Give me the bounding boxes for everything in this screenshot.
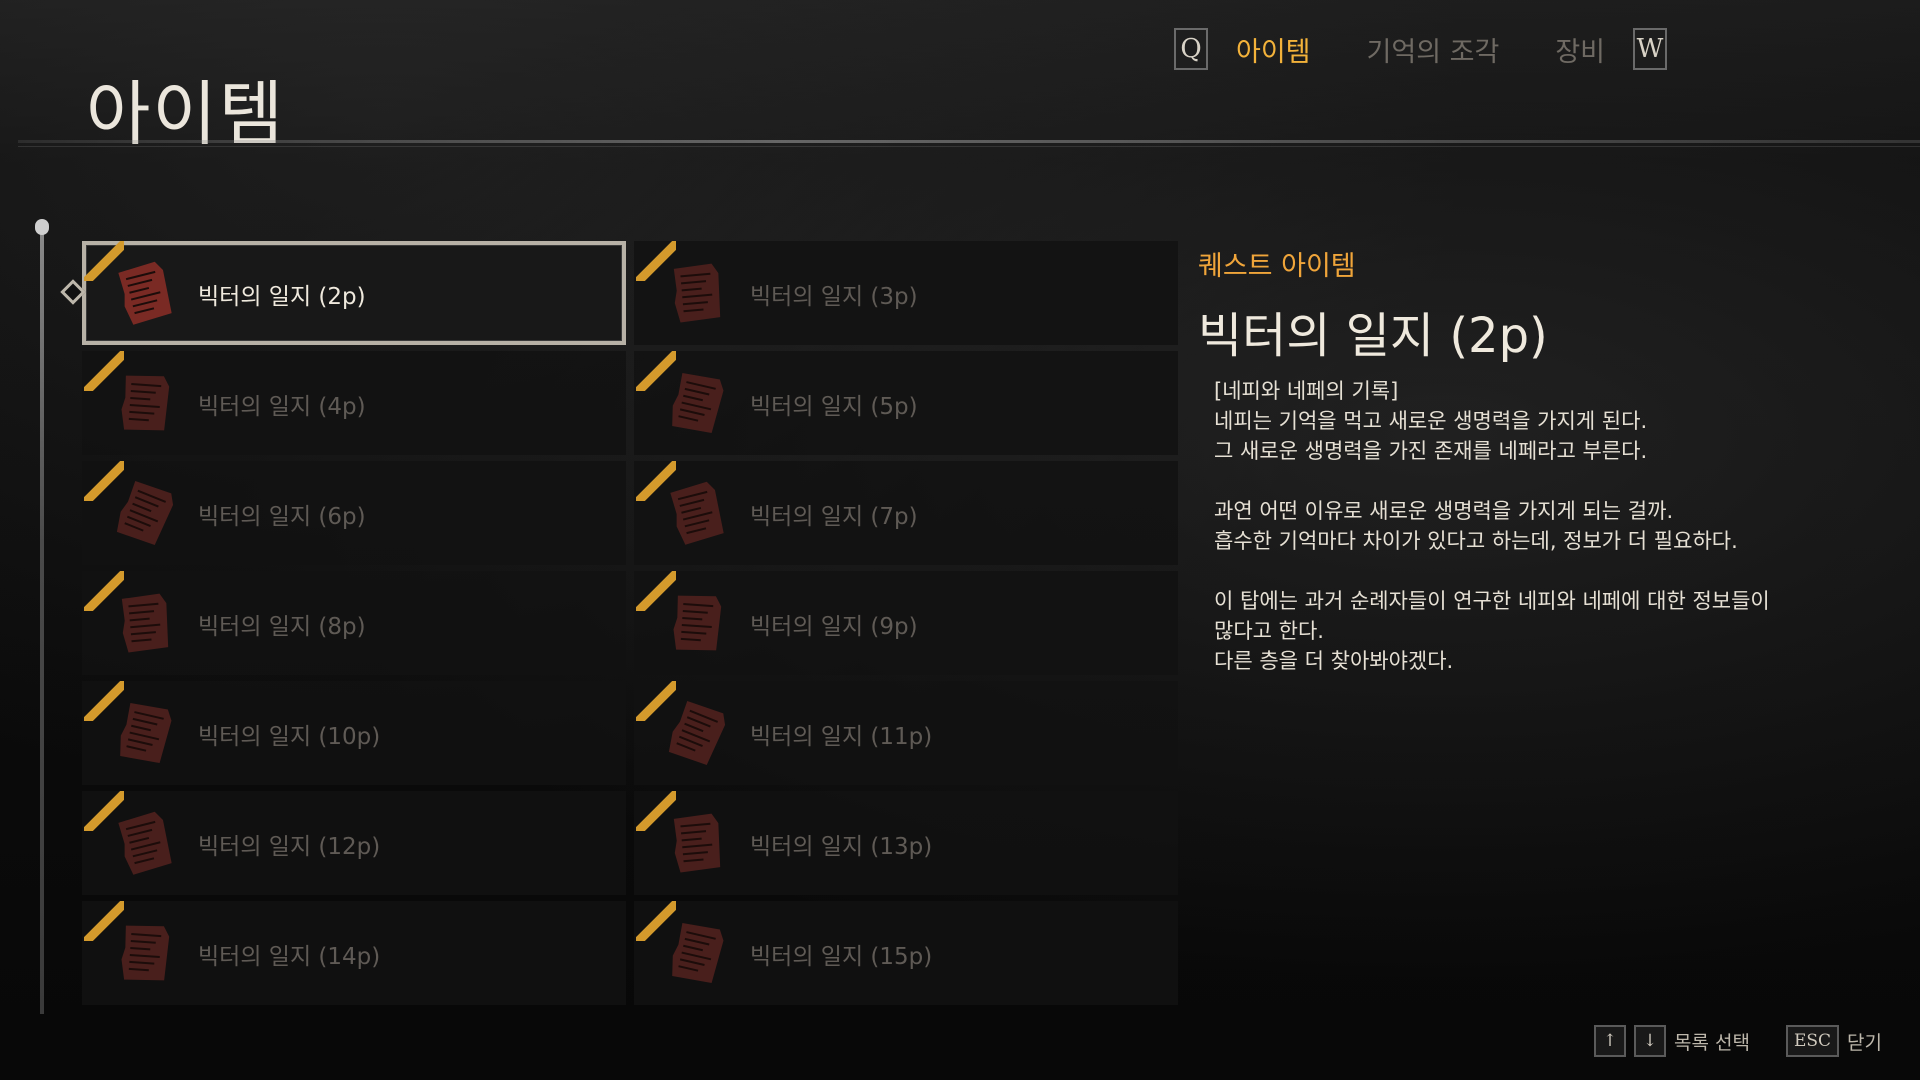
journal-page-icon bbox=[116, 481, 174, 545]
tab-memory-fragments[interactable]: 기억의 조각 bbox=[1339, 30, 1528, 69]
item-label: 빅터의 일지 (7p) bbox=[750, 504, 918, 530]
down-arrow-key[interactable]: ↓ bbox=[1633, 1025, 1666, 1057]
item-slot[interactable]: 빅터의 일지 (8p) bbox=[82, 571, 626, 675]
journal-page-icon bbox=[673, 813, 721, 873]
description-line: 과연 어떤 이유로 새로운 생명력을 가지게 되는 걸까. bbox=[1214, 499, 1674, 523]
item-slot[interactable]: 빅터의 일지 (11p) bbox=[634, 681, 1178, 785]
journal-page-icon bbox=[670, 481, 724, 545]
item-category: 퀘스트 아이템 bbox=[1198, 251, 1356, 282]
journal-page-icon bbox=[121, 593, 169, 653]
item-slot[interactable]: 빅터의 일지 (12p) bbox=[82, 791, 626, 895]
item-slot[interactable]: 빅터의 일지 (3p) bbox=[634, 241, 1178, 345]
item-label: 빅터의 일지 (15p) bbox=[750, 944, 933, 970]
header-divider-thin bbox=[18, 146, 1920, 147]
item-slot[interactable]: 빅터의 일지 (2p) bbox=[82, 241, 626, 345]
journal-page-icon bbox=[672, 922, 724, 984]
item-slot[interactable]: 빅터의 일지 (10p) bbox=[82, 681, 626, 785]
item-label: 빅터의 일지 (13p) bbox=[750, 834, 933, 860]
description-line: 흡수한 기억마다 차이가 있다고 하는데, 정보가 더 필요하다. bbox=[1214, 529, 1738, 553]
item-slot[interactable]: 빅터의 일지 (15p) bbox=[634, 901, 1178, 1005]
journal-page-icon bbox=[121, 375, 170, 431]
journal-page-icon bbox=[120, 702, 172, 764]
journal-page-icon bbox=[118, 811, 172, 875]
close-label: 닫기 bbox=[1847, 1031, 1882, 1054]
description-line: 이 탑에는 과거 순례자들이 연구한 네피와 네페에 대한 정보들이 bbox=[1214, 589, 1770, 613]
item-label: 빅터의 일지 (5p) bbox=[750, 394, 918, 420]
tab-items[interactable]: 아이템 bbox=[1208, 30, 1339, 69]
journal-page-icon bbox=[673, 595, 722, 651]
item-label: 빅터의 일지 (4p) bbox=[198, 394, 366, 420]
scrollbar-track[interactable] bbox=[40, 228, 44, 1014]
description-line: 네피는 기억을 먹고 새로운 생명력을 가지게 된다. bbox=[1214, 409, 1648, 433]
item-slot[interactable]: 빅터의 일지 (6p) bbox=[82, 461, 626, 565]
next-tab-key[interactable]: W bbox=[1633, 28, 1668, 70]
journal-page-icon bbox=[118, 261, 172, 325]
journal-page-icon bbox=[673, 263, 721, 323]
item-label: 빅터의 일지 (11p) bbox=[750, 724, 933, 750]
description-line: 그 새로운 생명력을 가진 존재를 네페라고 부른다. bbox=[1214, 439, 1648, 463]
item-label: 빅터의 일지 (10p) bbox=[198, 724, 381, 750]
description-line: 많다고 한다. bbox=[1214, 619, 1324, 643]
esc-key[interactable]: ESC bbox=[1785, 1025, 1840, 1057]
item-description: [네피와 네페의 기록] 네피는 기억을 먹고 새로운 생명력을 가지게 된다. 그… bbox=[1214, 376, 1894, 676]
item-slot[interactable]: 빅터의 일지 (9p) bbox=[634, 571, 1178, 675]
prev-tab-key[interactable]: Q bbox=[1174, 28, 1208, 70]
item-label: 빅터의 일지 (3p) bbox=[750, 284, 918, 310]
journal-page-icon bbox=[121, 925, 170, 981]
item-grid: 빅터의 일지 (2p) 빅터의 일지 (3p) 빅터의 일지 (4p) 빅터의 일지 … bbox=[82, 241, 1178, 1005]
journal-page-icon bbox=[672, 372, 724, 434]
item-slot[interactable]: 빅터의 일지 (7p) bbox=[634, 461, 1178, 565]
item-slot[interactable]: 빅터의 일지 (14p) bbox=[82, 901, 626, 1005]
up-arrow-key[interactable]: ↑ bbox=[1593, 1025, 1626, 1057]
item-label: 빅터의 일지 (9p) bbox=[750, 614, 918, 640]
journal-page-icon bbox=[668, 701, 726, 765]
header-divider bbox=[18, 140, 1920, 143]
item-label: 빅터의 일지 (2p) bbox=[198, 284, 366, 310]
description-line: [네피와 네페의 기록] bbox=[1214, 379, 1399, 403]
item-slot[interactable]: 빅터의 일지 (4p) bbox=[82, 351, 626, 455]
item-slot[interactable]: 빅터의 일지 (5p) bbox=[634, 351, 1178, 455]
item-label: 빅터의 일지 (6p) bbox=[198, 504, 366, 530]
item-slot[interactable]: 빅터의 일지 (13p) bbox=[634, 791, 1178, 895]
item-label: 빅터의 일지 (8p) bbox=[198, 614, 366, 640]
tab-equipment[interactable]: 장비 bbox=[1527, 30, 1633, 69]
page-title: 아이템 bbox=[86, 73, 286, 155]
item-title: 빅터의 일지 (2p) bbox=[1198, 308, 1548, 364]
select-list-label: 목록 선택 bbox=[1673, 1031, 1750, 1054]
description-line: 다른 층을 더 찾아봐야겠다. bbox=[1214, 649, 1454, 673]
item-label: 빅터의 일지 (14p) bbox=[198, 944, 381, 970]
tab-bar: Q 아이템 기억의 조각 장비 W bbox=[1174, 28, 1668, 70]
scrollbar-thumb[interactable] bbox=[35, 219, 49, 235]
footer-hints: ↑ ↓ 목록 선택 ESC 닫기 bbox=[1593, 1024, 1882, 1058]
item-label: 빅터의 일지 (12p) bbox=[198, 834, 381, 860]
